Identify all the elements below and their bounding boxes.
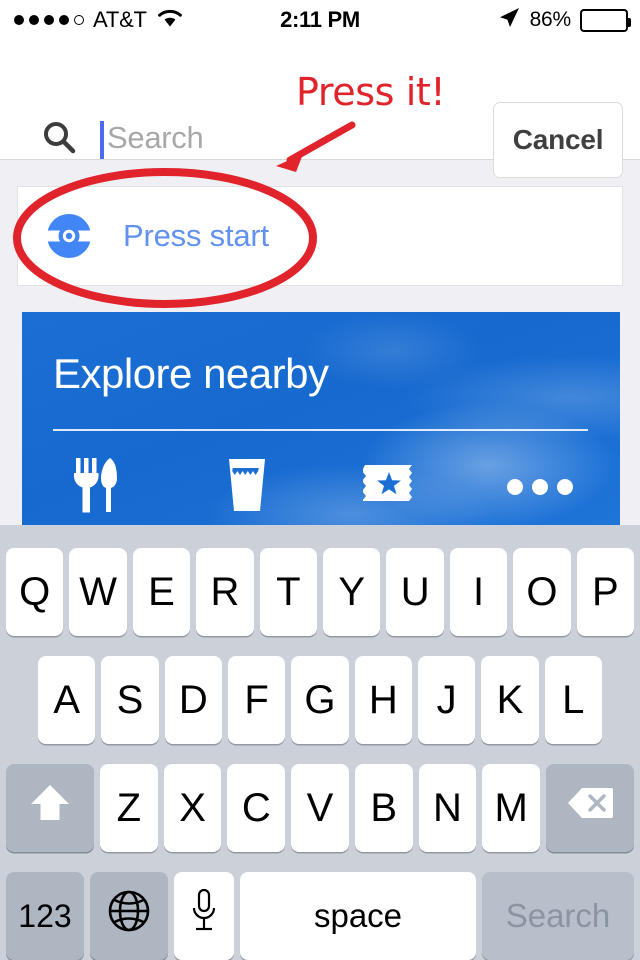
key-w[interactable]: W xyxy=(69,548,127,636)
explore-category-bars[interactable] xyxy=(216,456,278,518)
keyboard-row-3: Z X C V B N M xyxy=(0,764,640,852)
key-l[interactable]: L xyxy=(544,656,602,744)
key-f[interactable]: F xyxy=(227,656,286,744)
search-icon[interactable] xyxy=(42,120,76,159)
press-start-row[interactable]: Press start xyxy=(17,186,623,286)
key-h[interactable]: H xyxy=(354,656,412,744)
key-o[interactable]: O xyxy=(513,548,571,636)
key-k[interactable]: K xyxy=(481,656,539,744)
explore-nearby-card[interactable]: Explore nearby xyxy=(22,312,620,525)
key-q[interactable]: Q xyxy=(6,548,64,636)
key-x[interactable]: X xyxy=(163,764,222,852)
search-return-key[interactable]: Search xyxy=(482,872,634,960)
explore-divider xyxy=(53,429,588,431)
key-p[interactable]: P xyxy=(576,548,635,636)
ticket-star-icon xyxy=(362,462,421,513)
shift-key[interactable] xyxy=(6,764,94,852)
key-s[interactable]: S xyxy=(101,656,159,744)
dictation-key[interactable] xyxy=(174,872,234,960)
key-b[interactable]: B xyxy=(354,764,413,852)
key-v[interactable]: V xyxy=(291,764,349,852)
location-arrow-icon xyxy=(497,6,521,35)
key-a[interactable]: A xyxy=(38,656,96,744)
microphone-icon xyxy=(189,888,219,944)
key-m[interactable]: M xyxy=(482,764,541,852)
key-n[interactable]: N xyxy=(418,764,477,852)
key-g[interactable]: G xyxy=(291,656,349,744)
keyboard-row-1: Q W E R T Y U I O P xyxy=(0,548,640,636)
key-t[interactable]: T xyxy=(259,548,318,636)
explore-nearby-title: Explore nearby xyxy=(53,350,329,397)
globe-key[interactable] xyxy=(90,872,168,960)
search-input[interactable]: Search xyxy=(107,120,204,156)
key-y[interactable]: Y xyxy=(323,548,381,636)
key-e[interactable]: E xyxy=(132,548,191,636)
restaurant-fork-knife-icon xyxy=(72,456,118,519)
battery-nub xyxy=(628,17,631,27)
text-cursor xyxy=(100,121,104,159)
explore-category-more[interactable] xyxy=(507,456,573,518)
explore-category-attractions[interactable] xyxy=(361,456,423,518)
key-u[interactable]: U xyxy=(386,548,444,636)
drink-glass-icon xyxy=(225,456,269,519)
press-start-label: Press start xyxy=(123,218,269,253)
key-r[interactable]: R xyxy=(196,548,254,636)
battery-icon xyxy=(580,8,631,32)
status-bar: AT&T 2:11 PM 86% xyxy=(0,0,640,40)
keyboard-row-2: A S D F G H J K L xyxy=(0,656,640,744)
key-c[interactable]: C xyxy=(227,764,286,852)
key-i[interactable]: I xyxy=(449,548,508,636)
more-ellipsis-icon xyxy=(507,479,573,495)
annotation-text: Press it! xyxy=(296,70,446,114)
key-d[interactable]: D xyxy=(164,656,222,744)
globe-language-icon xyxy=(107,889,151,943)
keyboard-row-4: 123 space Search xyxy=(0,872,640,960)
explore-category-row xyxy=(22,456,620,518)
navigation-compass-icon xyxy=(46,213,92,259)
shift-arrow-icon xyxy=(28,782,72,834)
space-key[interactable]: space xyxy=(240,872,476,960)
key-j[interactable]: J xyxy=(417,656,476,744)
numbers-key[interactable]: 123 xyxy=(6,872,84,960)
virtual-keyboard: Q W E R T Y U I O P A S D F G H J K L Z … xyxy=(0,525,640,960)
iphone-screen: AT&T 2:11 PM 86% Search Cancel Press sta… xyxy=(0,0,640,960)
backspace-key[interactable] xyxy=(546,764,635,852)
status-bar-right: 86% xyxy=(497,6,631,35)
battery-percent-label: 86% xyxy=(529,8,572,31)
key-z[interactable]: Z xyxy=(100,764,158,852)
explore-category-restaurants[interactable] xyxy=(64,456,126,518)
backspace-delete-icon xyxy=(566,785,614,831)
cancel-button[interactable]: Cancel xyxy=(493,102,623,178)
